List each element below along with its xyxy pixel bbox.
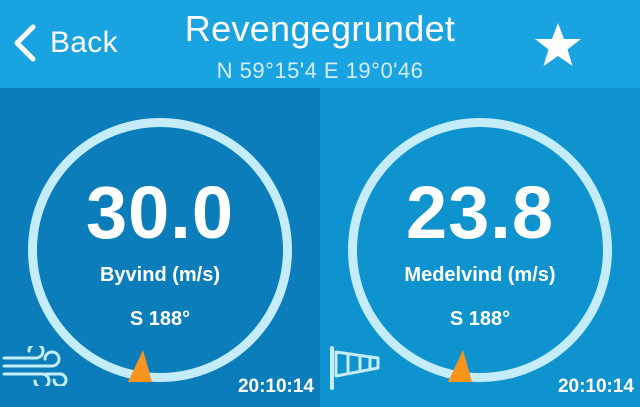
direction-needle [128, 350, 152, 382]
average-direction: S 188° [449, 308, 511, 330]
gust-speed-label: Byvind (m/s) [99, 264, 221, 286]
windsock-icon [330, 346, 380, 390]
average-speed-label: Medelvind (m/s) [404, 264, 556, 286]
wind-gust-icon [2, 346, 68, 386]
gust-direction: S 188° [129, 308, 191, 330]
average-timestamp: 20:10:14 [557, 376, 634, 397]
average-wind-panel: 23.8 Medelvind (m/s) S 188° 20:10:14 [320, 88, 640, 407]
gust-wind-panel: 30.0 Byvind (m/s) S 188° 20:10:14 [0, 88, 320, 407]
average-speed-value: 23.8 [405, 171, 555, 254]
gust-timestamp: 20:10:14 [237, 376, 314, 397]
header-bar: Back Revengegrundet N 59°15'4 E 19°0'46 [0, 0, 640, 88]
star-icon[interactable] [534, 22, 582, 68]
direction-needle [448, 350, 472, 382]
gust-speed-value: 30.0 [85, 171, 235, 254]
